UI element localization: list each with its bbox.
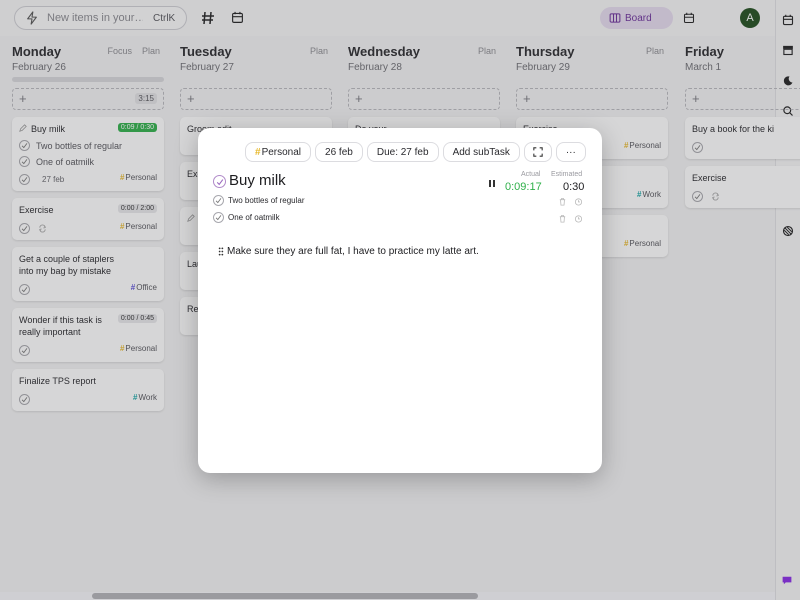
trash-icon[interactable]	[558, 214, 567, 223]
subtask-label[interactable]: One of oatmilk	[228, 213, 280, 222]
subtask-actions	[558, 214, 590, 223]
due-date-pill[interactable]: Due: 27 feb	[366, 142, 439, 162]
more-options-button[interactable]: ···	[555, 142, 586, 162]
task-action-bar: # Personal 26 feb Due: 27 feb Add subTask…	[245, 142, 590, 162]
timer-icon[interactable]	[574, 214, 583, 223]
horizontal-scrollbar[interactable]	[0, 592, 775, 600]
task-title[interactable]: Buy milk	[229, 172, 286, 189]
task-detail-dialog: # Personal 26 feb Due: 27 feb Add subTask…	[198, 128, 602, 473]
notes-text: Make sure they are full fat, I have to p…	[227, 246, 479, 257]
chat-bubble-icon[interactable]	[782, 576, 792, 585]
pause-icon[interactable]	[488, 179, 496, 188]
task-notes[interactable]: Make sure they are full fat, I have to p…	[218, 246, 479, 257]
actual-time: 0:09:17	[505, 181, 542, 193]
tag-pill[interactable]: # Personal	[245, 142, 312, 162]
drag-handle-icon[interactable]	[218, 247, 224, 256]
fullscreen-button[interactable]	[523, 142, 552, 162]
tag-label: Personal	[261, 146, 302, 158]
trash-icon[interactable]	[558, 197, 567, 206]
subtask-label[interactable]: Two bottles of regular	[228, 196, 304, 205]
expand-icon	[533, 147, 543, 157]
check-icon	[216, 178, 223, 185]
subtask-row: Two bottles of regular	[213, 195, 304, 206]
scrollbar-thumb[interactable]	[92, 593, 478, 599]
timer-icon[interactable]	[574, 197, 583, 206]
subtask-actions	[558, 197, 590, 206]
start-date-pill[interactable]: 26 feb	[315, 142, 363, 162]
task-complete-checkbox[interactable]	[213, 175, 226, 188]
estimated-time[interactable]: 0:30	[563, 181, 584, 193]
check-icon	[215, 198, 222, 204]
subtask-checkbox[interactable]	[213, 212, 224, 223]
add-subtask-button[interactable]: Add subTask	[442, 142, 520, 162]
subtask-checkbox[interactable]	[213, 195, 224, 206]
tag-hash-icon: #	[255, 146, 261, 158]
actual-label: Actual	[521, 171, 541, 178]
check-icon	[215, 215, 222, 221]
estimated-label: Estimated	[551, 171, 583, 178]
subtask-row: One of oatmilk	[213, 212, 280, 223]
